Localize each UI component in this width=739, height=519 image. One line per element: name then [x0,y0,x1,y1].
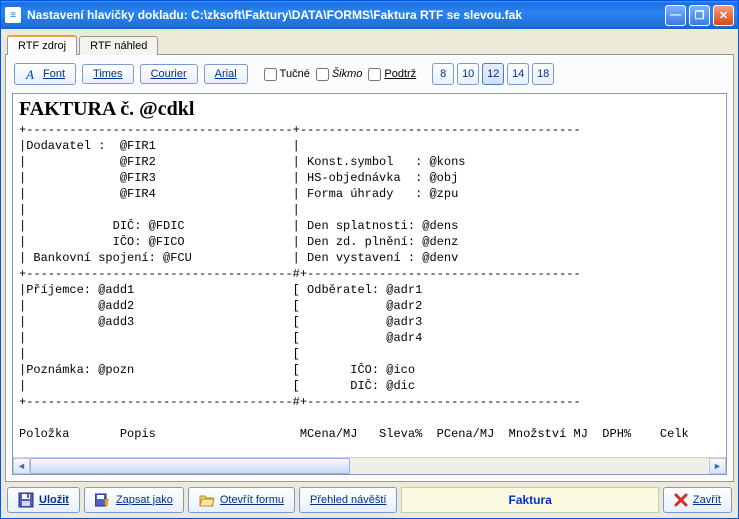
check-label: Podtrž [384,68,416,80]
status-text: Faktura [508,493,551,507]
courier-button[interactable]: Courier [140,64,198,84]
bold-check-input[interactable] [264,68,277,81]
save-as-icon [95,492,111,508]
titlebar: ≡ Nastavení hlavičky dokladu: C:\zksoft\… [1,1,738,29]
button-label: Font [43,68,65,80]
check-label: Šikmo [332,68,363,80]
save-as-button[interactable]: Zapsat jako [84,487,184,513]
status-field: Faktura [401,487,658,513]
scroll-left-button[interactable]: ◄ [13,458,30,474]
close-button[interactable]: Zavřít [663,487,732,513]
save-icon [18,492,34,508]
tab-rtf-preview[interactable]: RTF náhled [79,36,158,55]
button-label: Přehled návěští [310,494,386,506]
bold-checkbox[interactable]: Tučné [264,68,310,81]
window-buttons: — ❐ ✕ [665,5,734,26]
folder-open-icon [199,492,215,508]
size-12-button[interactable]: 12 [482,63,504,85]
scroll-right-button[interactable]: ► [709,458,726,474]
save-button[interactable]: Uložit [7,487,80,513]
bottom-bar: Uložit Zapsat jako Otevřít formu Přehled… [5,482,734,514]
button-label: Times [93,68,123,80]
tab-content: A Font Times Courier Arial Tučné [5,54,734,482]
times-button[interactable]: Times [82,64,134,84]
label-overview-button[interactable]: Přehled návěští [299,487,397,513]
size-10-button[interactable]: 10 [457,63,479,85]
window-title: Nastavení hlavičky dokladu: C:\zksoft\Fa… [27,8,665,22]
size-buttons: 8 10 12 14 18 [432,63,554,85]
scroll-thumb[interactable] [30,458,350,474]
button-label: Courier [151,68,187,80]
size-14-button[interactable]: 14 [507,63,529,85]
horizontal-scrollbar[interactable]: ◄ ► [13,457,726,474]
maximize-button[interactable]: ❐ [689,5,710,26]
button-label: Zapsat jako [116,494,173,506]
button-label: Otevřít formu [220,494,284,506]
open-form-button[interactable]: Otevřít formu [188,487,295,513]
arial-button[interactable]: Arial [204,64,248,84]
app-icon: ≡ [5,7,21,23]
button-label: Arial [215,68,237,80]
italic-checkbox[interactable]: Šikmo [316,68,363,81]
underline-checkbox[interactable]: Podtrž [368,68,416,81]
tabs: RTF zdroj RTF náhled [7,33,734,55]
italic-check-input[interactable] [316,68,329,81]
close-window-button[interactable]: ✕ [713,5,734,26]
invoice-heading: FAKTURA č. @cdkl [19,98,194,120]
app-window: ≡ Nastavení hlavičky dokladu: C:\zksoft\… [0,0,739,519]
rtf-editor[interactable]: FAKTURA č. @cdkl +----------------------… [13,94,726,457]
size-8-button[interactable]: 8 [432,63,454,85]
button-label: Zavřít [693,494,721,506]
editor-body: +-------------------------------------+-… [19,123,689,441]
close-icon [674,493,688,507]
size-18-button[interactable]: 18 [532,63,554,85]
button-label: Uložit [39,494,69,506]
minimize-button[interactable]: — [665,5,686,26]
font-button[interactable]: A Font [14,63,76,85]
check-label: Tučné [280,68,310,80]
client-area: RTF zdroj RTF náhled A Font Times Courie… [1,29,738,518]
editor-frame: FAKTURA č. @cdkl +----------------------… [12,93,727,475]
underline-check-input[interactable] [368,68,381,81]
tab-label: RTF zdroj [18,40,66,52]
svg-text:A: A [25,67,34,81]
toolbar: A Font Times Courier Arial Tučné [12,61,727,93]
tab-label: RTF náhled [90,40,147,52]
scroll-track[interactable] [30,458,709,474]
tab-rtf-source[interactable]: RTF zdroj [7,35,77,55]
font-icon: A [25,67,39,81]
